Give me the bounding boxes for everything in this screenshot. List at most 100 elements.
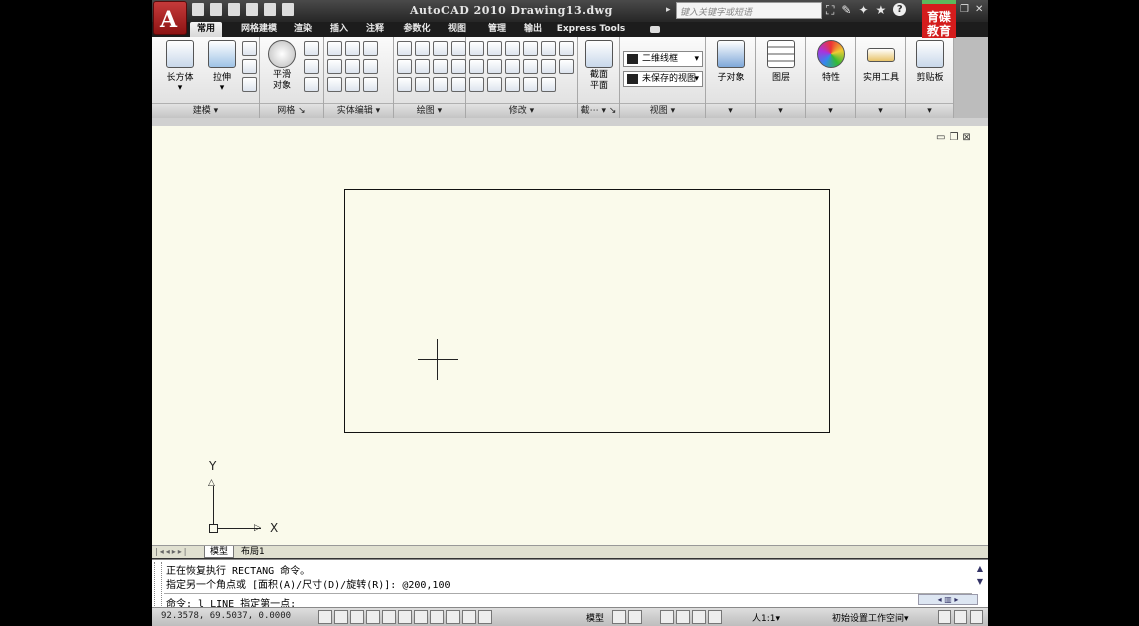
fillet-dropdown-icon[interactable] [559, 59, 574, 74]
stretch-icon[interactable] [505, 77, 520, 92]
copy-icon[interactable] [541, 77, 556, 92]
move-icon[interactable] [505, 41, 520, 56]
imprint-icon[interactable] [363, 59, 378, 74]
refresh-icon[interactable] [505, 59, 520, 74]
tab-annotate[interactable]: 注释 [360, 22, 390, 37]
quick-properties-icon[interactable] [478, 610, 492, 624]
layout-nav-icons[interactable]: |◂◂▸▸| [155, 547, 188, 556]
new-icon[interactable] [192, 3, 204, 16]
drawing-minimize-icon[interactable]: ▭ [936, 132, 945, 143]
lock-ui-icon[interactable] [938, 610, 951, 624]
line-icon[interactable] [415, 59, 430, 74]
tab-parametric[interactable]: 参数化 [396, 22, 438, 37]
application-menu-button[interactable]: A [153, 1, 187, 35]
panel-mesh-title[interactable]: 网格 ↘ [260, 103, 323, 118]
extend-icon[interactable] [541, 41, 556, 56]
redo-icon[interactable] [264, 3, 276, 16]
steeringwheel-icon[interactable] [660, 610, 674, 624]
section-plane-button[interactable]: 截面 平面 [579, 40, 619, 92]
panel-modify-title[interactable]: 修改 ▾ [466, 103, 577, 118]
command-scrollbar[interactable]: ▲ ▼ [974, 562, 986, 592]
open-icon[interactable] [210, 3, 222, 16]
workspace-switch-dropdown[interactable]: 初始设置工作空间▾ [832, 611, 909, 624]
lineweight-icon[interactable] [462, 610, 476, 624]
save-icon[interactable] [228, 3, 240, 16]
quick-view-layouts-icon[interactable] [612, 610, 626, 624]
search-input[interactable]: 键入关键字或短语 [676, 2, 822, 19]
polyline-icon[interactable] [397, 41, 412, 56]
search-expand-icon[interactable]: ▸ [666, 5, 671, 15]
snap-mode-icon[interactable] [318, 610, 332, 624]
box-dropdown-icon[interactable]: ▾ [160, 83, 200, 93]
favorites-star-icon[interactable]: ★ [876, 3, 887, 18]
drawing-canvas[interactable]: ▭ ❐ ⊠ ▷ △ X Y [152, 126, 988, 545]
erase-icon[interactable] [523, 77, 538, 92]
array-icon[interactable] [469, 77, 484, 92]
dynamic-ucs-icon[interactable] [430, 610, 444, 624]
tab-manage[interactable]: 管理 [482, 22, 512, 37]
panel-section-title[interactable]: 截⋯ ▾ ↘ [578, 103, 619, 118]
model-space-label[interactable]: 模型 [586, 611, 604, 624]
rotate-icon[interactable] [487, 59, 502, 74]
pan-icon[interactable] [708, 610, 722, 624]
tab-insert[interactable]: 插入 [324, 22, 354, 37]
polygon-icon[interactable] [397, 77, 412, 92]
circle-dropdown-icon[interactable] [451, 59, 466, 74]
polysolid-icon[interactable] [242, 41, 257, 56]
mirror3d-icon[interactable] [487, 77, 502, 92]
tab-layout1[interactable]: 布局1 [236, 546, 270, 558]
trim-icon[interactable] [469, 41, 484, 56]
showmotion-icon[interactable] [692, 610, 706, 624]
fillet-icon[interactable] [541, 59, 556, 74]
tab-home[interactable]: 常用 [190, 22, 222, 37]
tab-view[interactable]: 视图 [442, 22, 472, 37]
ucs-icon[interactable] [242, 77, 257, 92]
thicken-icon[interactable] [363, 77, 378, 92]
extract-edges-icon[interactable] [345, 41, 360, 56]
modify-dropdown-icon[interactable] [559, 41, 574, 56]
command-window-grip[interactable] [154, 562, 162, 606]
tab-mesh-modeling[interactable]: 网格建模 [232, 22, 286, 37]
arc-dropdown-icon[interactable] [451, 41, 466, 56]
extrude-button[interactable]: 拉伸 ▾ [202, 40, 242, 93]
drawing-restore-icon[interactable]: ❐ [949, 132, 958, 143]
mesh-smooth-more-icon[interactable] [304, 41, 319, 56]
communication-icon[interactable]: ✦ [858, 3, 868, 18]
clipboard-dropdown-icon[interactable]: ▾ [906, 103, 953, 118]
ellipse-icon[interactable] [433, 77, 448, 92]
presspull-icon[interactable] [242, 59, 257, 74]
close-window-icon[interactable]: ✕ [975, 4, 983, 15]
panel-draw-title[interactable]: 绘图 ▾ [394, 103, 465, 118]
panel-view-title[interactable]: 视图 ▾ [620, 103, 705, 118]
separate-icon[interactable] [345, 59, 360, 74]
subobject-button[interactable]: 子对象 [711, 40, 751, 83]
rotate3d-icon[interactable] [487, 41, 502, 56]
help-icon[interactable]: ? [893, 3, 907, 16]
panel-mesh-launcher-icon[interactable]: ↘ [298, 106, 306, 116]
mesh-refine-icon[interactable] [304, 77, 319, 92]
restore-window-icon[interactable]: ❐ [960, 4, 969, 15]
layers-dropdown-icon[interactable]: ▾ [756, 103, 805, 118]
box-button[interactable]: 长方体 ▾ [160, 40, 200, 93]
plot-icon[interactable] [282, 3, 294, 16]
mirror-icon[interactable] [523, 41, 538, 56]
tools-icon[interactable]: ✎ [841, 3, 851, 18]
command-horizontal-scrollbar[interactable]: ◂ ▥ ▸ [918, 594, 978, 605]
tab-output[interactable]: 输出 [518, 22, 548, 37]
status-bar-menu-icon[interactable] [954, 610, 967, 624]
3d-object-snap-icon[interactable] [398, 610, 412, 624]
properties-dropdown-icon[interactable]: ▾ [806, 103, 855, 118]
drawing-close-icon[interactable]: ⊠ [962, 132, 970, 143]
grid-display-icon[interactable] [334, 610, 348, 624]
utilities-dropdown-icon[interactable]: ▾ [856, 103, 905, 118]
saved-view-dropdown[interactable]: 未保存的视图 [623, 71, 703, 87]
align-icon[interactable] [469, 59, 484, 74]
coordinate-readout[interactable]: 92.3578, 69.5037, 0.0000 [161, 611, 291, 621]
polyline3d-icon[interactable] [415, 41, 430, 56]
polar-tracking-icon[interactable] [366, 610, 380, 624]
minimize-ribbon-icon[interactable] [650, 26, 660, 33]
union-icon[interactable] [327, 41, 342, 56]
subobject-dropdown-icon[interactable]: ▾ [706, 103, 755, 118]
binoculars-icon[interactable]: ⛶ [826, 3, 834, 18]
utilities-button[interactable]: 实用工具 [861, 40, 901, 83]
